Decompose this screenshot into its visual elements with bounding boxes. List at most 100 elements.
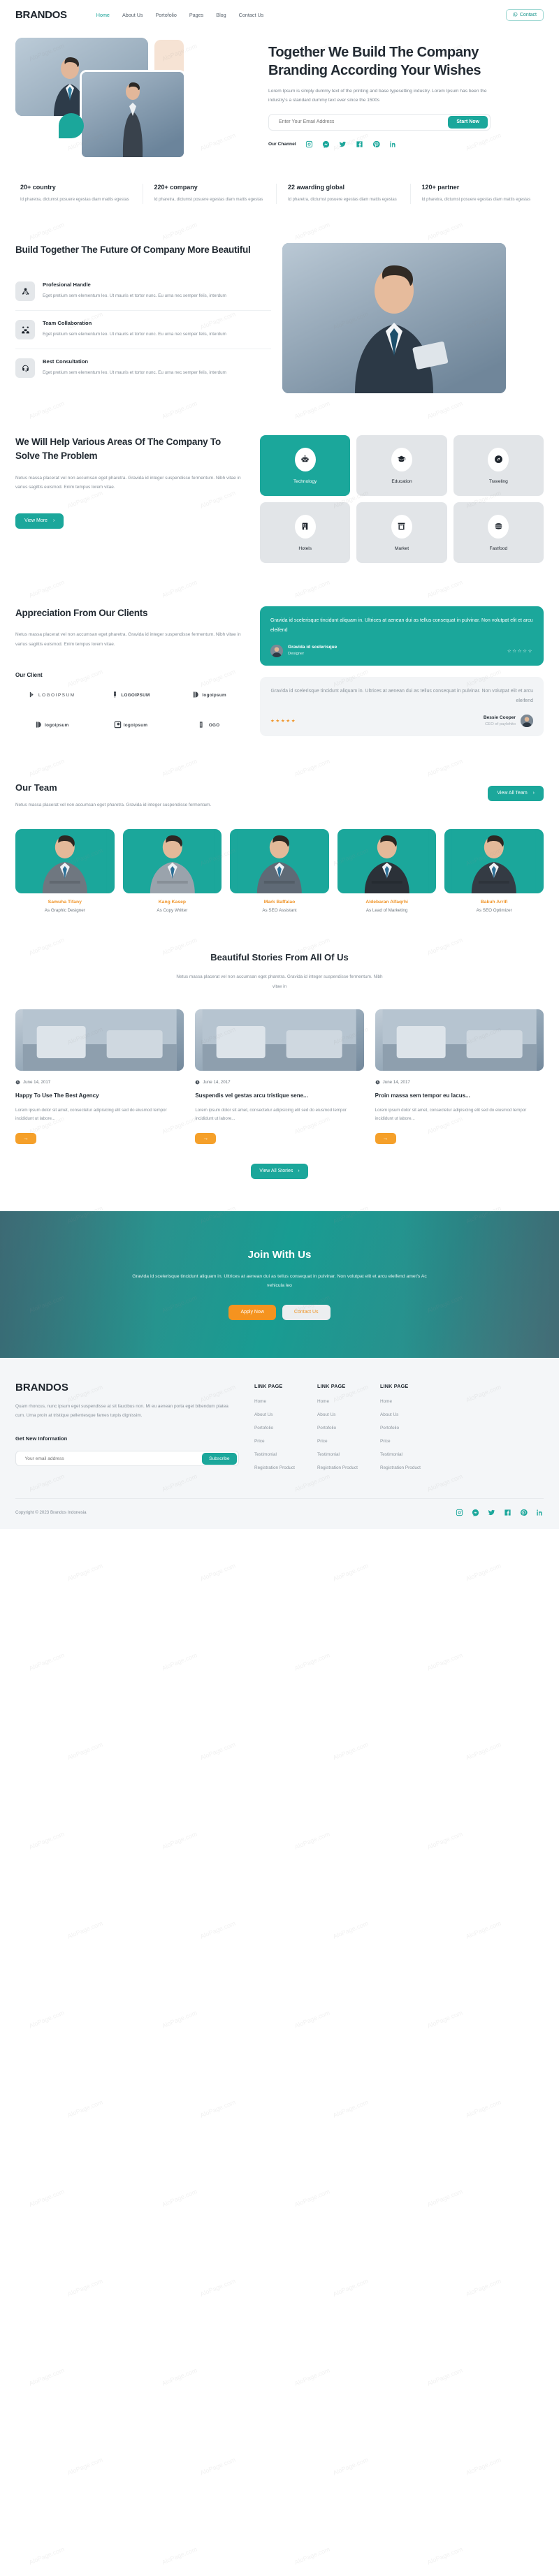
testimonial-quote: Gravida id scelerisque tincidunt aliquam… <box>270 618 533 633</box>
blog-read-more-button[interactable]: → <box>15 1132 36 1144</box>
blog-read-more-button[interactable]: → <box>375 1132 396 1144</box>
feature-item: Team Collaboration Eget pretium sem eleme… <box>15 310 271 349</box>
instagram-icon[interactable] <box>456 1509 463 1516</box>
footer-link-item: Home <box>380 1398 426 1405</box>
hero-email-input[interactable] <box>271 119 449 125</box>
view-more-button[interactable]: View More › <box>15 513 64 529</box>
messenger-icon[interactable] <box>472 1509 479 1517</box>
footer-link-item: Price <box>380 1438 426 1445</box>
footer-column-title: LINK PAGE <box>380 1382 409 1389</box>
footer-description: Quam rhoncus, nunc ipsum eget suspendiss… <box>15 1403 228 1419</box>
facebook-icon[interactable] <box>504 1509 511 1516</box>
footer-link[interactable]: About Us <box>254 1412 300 1419</box>
our-channel-label: Our Channel <box>268 141 296 147</box>
testimonial-card: Gravida id scelerisque tincidunt aliquam… <box>260 676 544 736</box>
header-contact-button[interactable]: Contact <box>505 8 544 21</box>
team-member: Aldebaran Alfaqrhi As Lead of Marketing <box>337 829 437 913</box>
area-tile-technology[interactable]: Technology <box>260 435 351 496</box>
team-title: Our Team <box>15 782 57 793</box>
area-tile-hotels[interactable]: Hotels <box>260 502 351 563</box>
linkedin-icon[interactable] <box>389 140 397 148</box>
cta-body: Gravida id scelerisque tincidunt aliquam… <box>132 1273 427 1289</box>
footer-brand-logo[interactable]: BRANDOS <box>15 1382 239 1393</box>
footer-link[interactable]: Price <box>317 1438 363 1445</box>
view-all-team-button[interactable]: View All Team › <box>488 785 544 801</box>
footer-link[interactable]: Registration Product <box>317 1465 363 1472</box>
watermark: AloPage.com <box>426 2188 464 2209</box>
feature-title: Best Consultation <box>43 358 88 365</box>
start-now-button[interactable]: Start Now <box>448 115 488 129</box>
brand-logo[interactable]: BRANDOS <box>15 9 67 21</box>
footer-link[interactable]: Home <box>317 1398 363 1405</box>
watermark: AloPage.com <box>28 2366 66 2387</box>
man-with-tablet-photo-icon <box>282 243 506 393</box>
nav-item-about-us[interactable]: About Us <box>122 12 143 18</box>
team-member-name: Samuha Tifany <box>48 900 82 905</box>
blog-excerpt: Lorem ipsum dolor sit amet, consectetur … <box>15 1108 167 1122</box>
watermark: AloPage.com <box>332 2456 370 2477</box>
blog-date-text: June 14, 2017 <box>382 1080 410 1085</box>
linkedin-icon[interactable] <box>536 1509 544 1516</box>
apply-now-button[interactable]: Apply Now <box>228 1304 276 1320</box>
footer-link[interactable]: Testimonial <box>254 1451 300 1458</box>
area-tile-traveling[interactable]: Traveling <box>453 435 544 496</box>
watermark: AloPage.com <box>293 2009 331 2030</box>
blog-card[interactable]: June 14, 2017 Proin massa sem tempor eu l… <box>375 1009 544 1144</box>
chevron-right-icon: › <box>52 518 55 524</box>
watermark: AloPage.com <box>66 2098 104 2119</box>
client-logo: logoipsum <box>15 721 89 730</box>
join-cta-section: Join With Us Gravida id scelerisque tinc… <box>0 1210 559 1358</box>
team-member-role: As Lead of Marketing <box>365 908 408 914</box>
footer-link[interactable]: Testimonial <box>317 1451 363 1458</box>
our-client-label: Our Client <box>15 671 43 678</box>
twitter-icon[interactable] <box>488 1509 495 1516</box>
nav-item-home[interactable]: Home <box>96 12 110 18</box>
footer-link[interactable]: Price <box>380 1438 426 1445</box>
footer-link[interactable]: Price <box>254 1438 300 1445</box>
footer-link[interactable]: Portofolio <box>317 1425 363 1432</box>
feature-title: Profesional Handle <box>43 281 91 288</box>
cta-contact-us-button[interactable]: Contact Us <box>282 1304 331 1320</box>
facebook-icon[interactable] <box>356 140 363 148</box>
team-member-photo <box>122 829 222 894</box>
nav-item-contact-us[interactable]: Contact Us <box>239 12 264 18</box>
nav-item-portofolio[interactable]: Portofolio <box>156 12 177 18</box>
watermark: AloPage.com <box>465 1741 502 1762</box>
pinterest-icon[interactable] <box>372 140 380 148</box>
footer-link[interactable]: Portofolio <box>254 1425 300 1432</box>
footer-link[interactable]: About Us <box>380 1412 426 1419</box>
newsletter-email-input[interactable] <box>17 1456 203 1461</box>
footer-link[interactable]: Portofolio <box>380 1425 426 1432</box>
footer-link[interactable]: Testimonial <box>380 1451 426 1458</box>
view-all-stories-button[interactable]: View All Stories › <box>251 1163 308 1179</box>
nav-item-pages[interactable]: Pages <box>189 12 203 18</box>
footer-link[interactable]: Registration Product <box>380 1465 426 1472</box>
footer-link-item: About Us <box>317 1412 363 1419</box>
blog-card[interactable]: June 14, 2017 Suspendis vel gestas arcu t… <box>195 1009 364 1144</box>
twitter-icon[interactable] <box>339 140 347 148</box>
subscribe-button[interactable]: Subscribe <box>202 1452 237 1465</box>
features-title: Build Together The Future Of Company Mor… <box>15 244 251 255</box>
pinterest-icon[interactable] <box>520 1509 528 1516</box>
site-footer: BRANDOS Quam rhoncus, nunc ipsum eget su… <box>0 1357 559 1530</box>
blog-card[interactable]: June 14, 2017 Happy To Use The Best Agenc… <box>15 1009 184 1144</box>
team-members: Samuha Tifany As Graphic Designer Kang Kas… <box>15 829 544 913</box>
footer-link[interactable]: Home <box>380 1398 426 1405</box>
area-tile-education[interactable]: Education <box>356 435 447 496</box>
watermark: AloPage.com <box>426 2545 464 2566</box>
stat-value: 20+ country <box>20 184 56 191</box>
feature-text: Profesional Handle Eget pretium sem eleme… <box>43 281 226 301</box>
footer-link[interactable]: Registration Product <box>254 1465 300 1472</box>
area-tile-market[interactable]: Market <box>356 502 447 563</box>
messenger-icon[interactable] <box>322 140 330 148</box>
footer-link-item: Testimonial <box>254 1451 300 1458</box>
features-photo <box>282 243 506 393</box>
footer-link[interactable]: About Us <box>317 1412 363 1419</box>
testimonial-footer: Gravida id scelerisque Designer ☆☆☆☆☆ <box>270 644 533 657</box>
team-photo-icon <box>130 829 215 894</box>
nav-item-blog[interactable]: Blog <box>216 12 226 18</box>
footer-link[interactable]: Home <box>254 1398 300 1405</box>
area-tile-fastfood[interactable]: Fastfood <box>453 502 544 563</box>
instagram-icon[interactable] <box>305 140 313 148</box>
blog-read-more-button[interactable]: → <box>195 1132 217 1144</box>
